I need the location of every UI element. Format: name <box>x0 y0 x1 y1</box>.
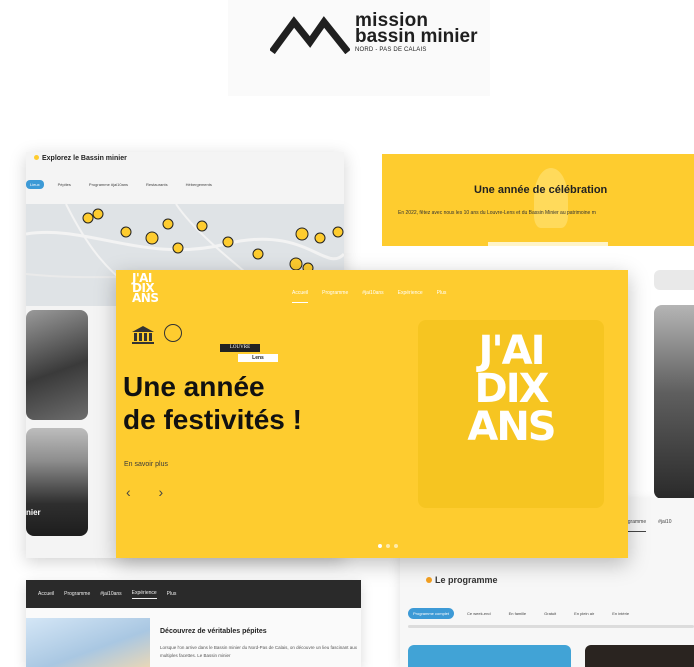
filter-plein-air[interactable]: En plein air <box>569 608 599 619</box>
dark-nav: Accueil Programme #jai10ans Expérience P… <box>26 580 361 608</box>
nav-accueil[interactable]: Accueil <box>292 290 309 303</box>
flame-decoration <box>534 168 568 228</box>
hero-nav: Accueil Programme #jai10ans Expérience P… <box>292 290 446 303</box>
poster-text: J'AI DIX ANS <box>418 328 604 450</box>
carousel-arrows[interactable]: ‹ › <box>126 484 175 500</box>
louvre-badge: LOUVRE <box>220 344 260 352</box>
dark-nav-jai10ans[interactable]: #jai10ans <box>100 591 121 597</box>
celebration-card: Une année de célébration En 2022, fêtez … <box>382 154 694 246</box>
photo-label: nier <box>26 508 41 517</box>
unesco-icon <box>132 326 154 344</box>
hero-page: J'AI DIX ANS Accueil Programme #jai10ans… <box>116 270 628 558</box>
world-heritage-icon <box>164 324 182 342</box>
map-tab-pepites[interactable]: Pépites <box>54 180 75 189</box>
celebration-subtitle: En 2022, fêtez avec nous les 10 ans du L… <box>398 210 596 216</box>
map-tab-lieux[interactable]: Lieux <box>26 179 44 189</box>
partner-badges: LOUVRE Lens <box>130 324 278 364</box>
hero-title-line-2: de festivités ! <box>123 404 302 435</box>
programme-thumb-1[interactable] <box>408 645 571 667</box>
right-photo-top[interactable] <box>654 270 694 290</box>
celebration-bar <box>488 242 608 246</box>
dark-nav-plus[interactable]: Plus <box>167 591 177 597</box>
tab-jai10[interactable]: #jai10 <box>658 519 671 532</box>
pepites-text: Lorsque l'on arrive dans le Bassin minie… <box>160 645 357 658</box>
carousel-dot-2[interactable] <box>386 544 390 548</box>
right-photo-street[interactable] <box>654 305 694 499</box>
filter-gratuit[interactable]: Gratuit <box>539 608 561 619</box>
brand-line-3: NORD - PAS DE CALAIS <box>355 47 427 53</box>
poster-line-3: ANS <box>467 404 556 450</box>
programme-thumb-2[interactable] <box>585 645 694 667</box>
nav-jai10ans[interactable]: #jai10ans <box>362 290 383 303</box>
filter-complet[interactable]: Programme complet <box>408 608 455 619</box>
filter-interieur[interactable]: En intérie <box>607 608 634 619</box>
filter-famille[interactable]: En famille <box>504 608 532 619</box>
map-tab-hebergements[interactable]: Hébergements <box>182 180 216 189</box>
map-tab-restaurants[interactable]: Restaurants <box>142 180 172 189</box>
pepites-heading: Découvrez de véritables pépites <box>160 628 267 635</box>
carousel-dot-1[interactable] <box>378 544 382 548</box>
programme-title: Le programme <box>426 575 498 585</box>
dark-nav-accueil[interactable]: Accueil <box>38 591 54 597</box>
brand-line-2: bassin minier <box>355 26 478 47</box>
celebration-title: Une année de célébration <box>474 184 608 196</box>
carousel-dots <box>378 544 398 548</box>
sky-photo[interactable] <box>26 618 150 667</box>
photo-slag-heap[interactable] <box>26 310 88 420</box>
photo-mining-house[interactable] <box>26 428 88 536</box>
programme-filters: Programme complet Ce week-end En famille… <box>408 608 634 619</box>
nav-experience[interactable]: Expérience <box>398 290 423 303</box>
carousel-dot-3[interactable] <box>394 544 398 548</box>
logo-line-3: ANS <box>132 291 159 305</box>
dark-nav-programme[interactable]: Programme <box>64 591 90 597</box>
programme-scrollbar[interactable] <box>408 625 694 628</box>
pepites-page: Accueil Programme #jai10ans Expérience P… <box>26 580 361 667</box>
hero-title: Une année de festivités ! <box>123 370 302 436</box>
poster-line-1: J'AI <box>478 328 546 374</box>
map-tabs: Lieux Pépites Programme #jai10ans Restau… <box>26 179 216 189</box>
learn-more-link[interactable]: En savoir plus <box>124 461 168 468</box>
filter-weekend[interactable]: Ce week-end <box>462 608 496 619</box>
nav-programme[interactable]: Programme <box>322 290 348 303</box>
mountain-logo-icon[interactable] <box>270 14 350 54</box>
hero-poster: J'AI DIX ANS <box>418 320 604 508</box>
hero-title-line-1: Une année <box>123 371 265 402</box>
nav-plus[interactable]: Plus <box>437 290 447 303</box>
dark-nav-experience[interactable]: Expérience <box>131 590 157 599</box>
lens-badge: Lens <box>238 354 278 362</box>
map-tab-programme[interactable]: Programme #jai10ans <box>85 180 132 189</box>
poster-line-2: DIX <box>474 366 550 412</box>
jai-dix-ans-logo[interactable]: J'AI DIX ANS <box>132 272 159 305</box>
map-title: Explorez le Bassin minier <box>34 155 127 162</box>
